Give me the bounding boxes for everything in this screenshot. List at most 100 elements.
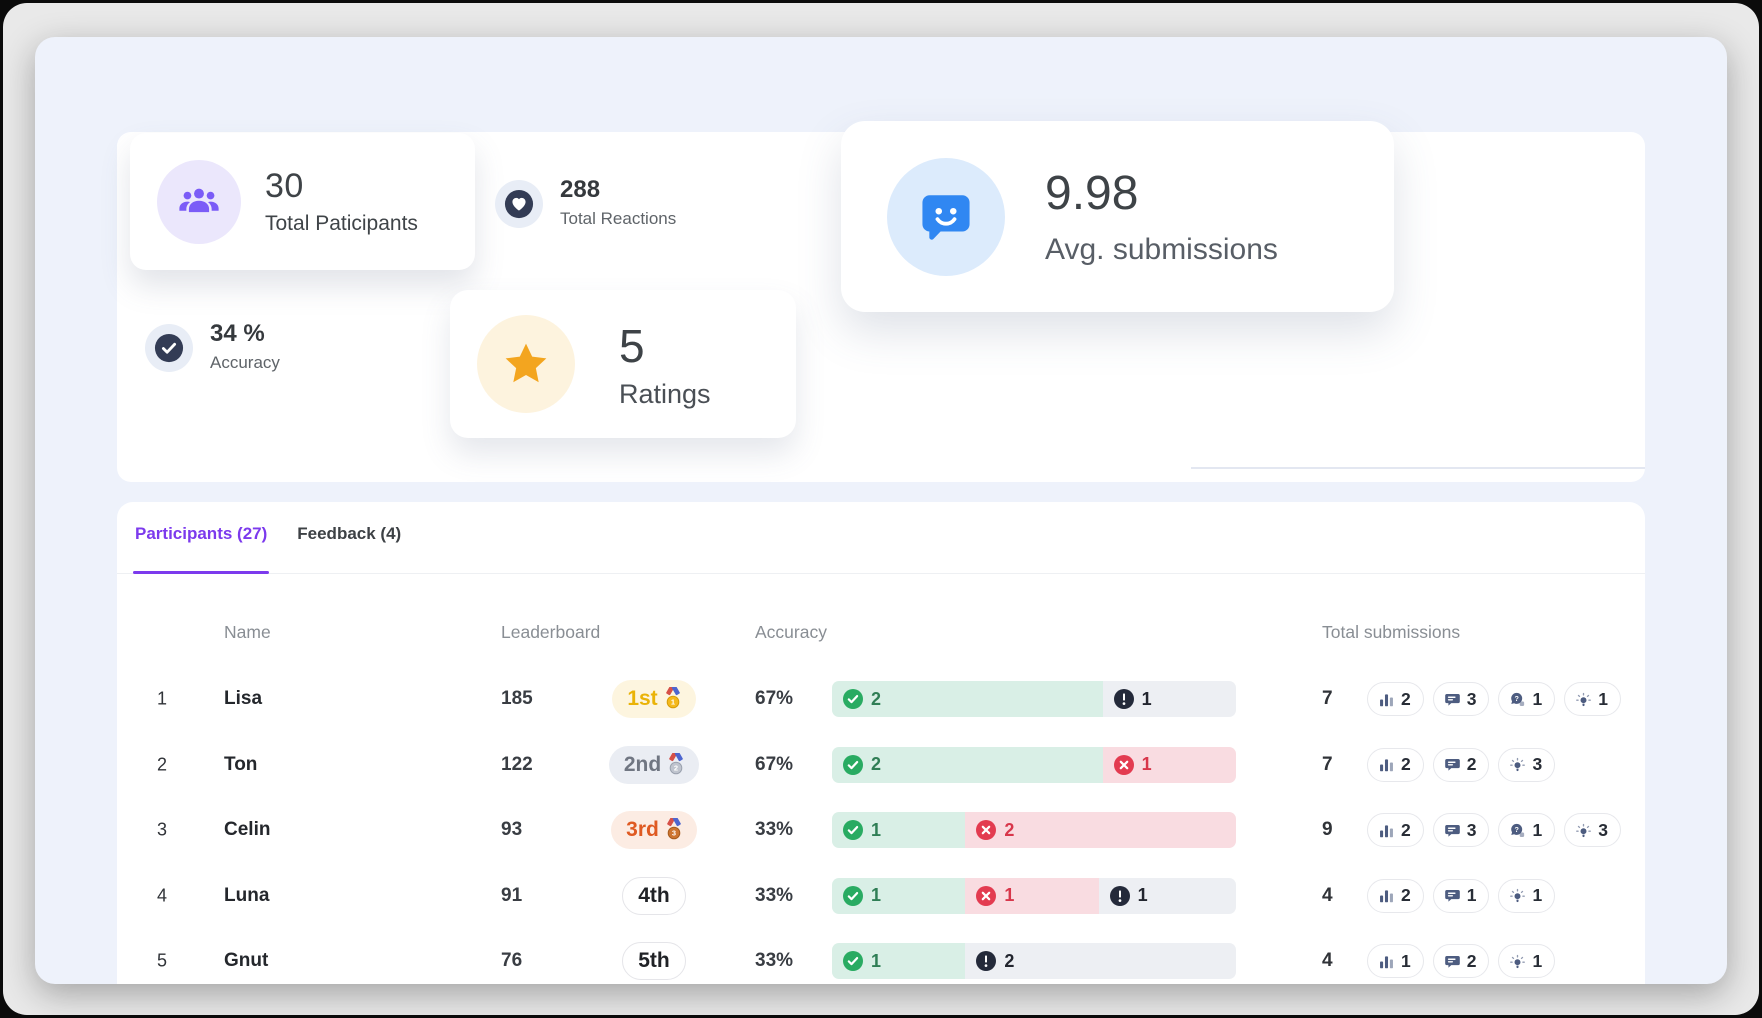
badge-count: 1	[1532, 820, 1542, 841]
row-index: 4	[157, 885, 167, 906]
exclamation-circle-icon	[1110, 886, 1130, 906]
ratings-label: Ratings	[619, 379, 711, 410]
poll-icon	[1378, 887, 1395, 904]
submission-type-badges: 23?13	[1367, 813, 1621, 847]
badge-count: 3	[1598, 820, 1608, 841]
comment-icon	[1444, 887, 1461, 904]
gold-medal-icon: 1	[665, 687, 681, 709]
rank-cell: 4th	[579, 877, 729, 915]
leaderboard-score: 91	[501, 885, 522, 907]
poll-icon	[1378, 691, 1395, 708]
segment-count: 2	[1004, 951, 1014, 972]
poll-badge: 2	[1367, 813, 1424, 847]
badge-count: 2	[1401, 820, 1411, 841]
comment-icon	[1444, 691, 1461, 708]
poll-icon	[1378, 756, 1395, 773]
avg-submissions-value: 9.98	[1045, 166, 1278, 221]
stat-card-ratings: 5 Ratings	[450, 290, 796, 438]
svg-text:?: ?	[1515, 693, 1519, 702]
segment-count: 1	[871, 820, 881, 841]
check-circle-icon	[843, 820, 863, 840]
check-circle-icon	[843, 755, 863, 775]
submission-type-badges: 211	[1367, 879, 1555, 913]
badge-count: 2	[1401, 885, 1411, 906]
submission-type-badges: 2 2 3	[1367, 748, 1555, 782]
row-index: 2	[157, 754, 167, 775]
table-row-gnut[interactable]: 5Gnut765th33%124121	[117, 929, 1645, 984]
badge-count: 1	[1532, 689, 1542, 710]
brainstorm-icon	[1509, 953, 1526, 970]
stat-card-participants: 30 Total Paticipants	[130, 133, 475, 270]
accuracy-percent: 33%	[755, 885, 793, 907]
accuracy-segment-wrong: 1	[965, 878, 1098, 914]
participants-value: 30	[265, 167, 418, 206]
accuracy-segment-correct: 1	[832, 812, 965, 848]
comment-icon	[1444, 822, 1461, 839]
table-row-ton[interactable]: 2Ton1222nd267%217223	[117, 733, 1645, 797]
badge-count: 2	[1467, 754, 1477, 775]
segment-count: 1	[871, 885, 881, 906]
segment-count: 2	[1004, 820, 1014, 841]
qna-icon: ?	[1509, 822, 1526, 839]
segment-count: 2	[871, 754, 881, 775]
qna-badge: ?1	[1498, 813, 1555, 847]
table-row-celin[interactable]: 3Celin933rd333%12923?13	[117, 798, 1645, 862]
accuracy-segment-wrong: 1	[1103, 747, 1236, 783]
accuracy-segment-correct: 2	[832, 747, 1103, 783]
badge-count: 3	[1467, 820, 1477, 841]
accuracy-label: Accuracy	[210, 353, 280, 373]
accuracy-bar: 21	[832, 681, 1236, 717]
comment-badge: 1	[1433, 879, 1490, 913]
accuracy-value: 34 %	[210, 320, 280, 348]
badge-count: 2	[1401, 689, 1411, 710]
accuracy-segment-pending: 2	[965, 943, 1236, 979]
segment-count: 1	[1138, 885, 1148, 906]
svg-text:?: ?	[1515, 824, 1519, 833]
reactions-value: 288	[560, 176, 676, 204]
comment-badge: 2	[1433, 944, 1490, 978]
accuracy-bar: 12	[832, 812, 1236, 848]
accuracy-segment-correct: 1	[832, 878, 965, 914]
accuracy-segment-correct: 1	[832, 943, 965, 979]
svg-text:3: 3	[672, 829, 676, 838]
badge-count: 2	[1467, 951, 1477, 972]
participant-name: Ton	[224, 754, 257, 776]
accuracy-percent: 67%	[755, 754, 793, 776]
rank-cell: 3rd 3	[579, 811, 729, 849]
svg-text:1: 1	[671, 698, 675, 707]
rank-badge: 3rd 3	[611, 811, 697, 849]
rank-label: 5th	[638, 949, 670, 973]
comment-icon	[1444, 756, 1461, 773]
stat-reactions: 288 Total Reactions	[495, 176, 676, 229]
accuracy-segment-pending: 1	[1103, 681, 1236, 717]
accuracy-percent: 33%	[755, 950, 793, 972]
table-row-luna[interactable]: 4Luna914th33%1114211	[117, 864, 1645, 928]
rank-label: 3rd	[626, 818, 659, 842]
star-icon	[477, 315, 575, 413]
poll-badge: 2	[1367, 748, 1424, 782]
brainstorm-badge: 3	[1564, 813, 1621, 847]
row-index: 1	[157, 689, 167, 710]
accuracy-segment-wrong: 2	[965, 812, 1236, 848]
avg-submissions-label: Avg. submissions	[1045, 233, 1278, 267]
table-row-lisa[interactable]: 1Lisa1851st167%21723?11	[117, 667, 1645, 731]
segment-count: 1	[871, 951, 881, 972]
badge-count: 1	[1598, 689, 1608, 710]
brainstorm-icon	[1509, 756, 1526, 773]
segment-count: 2	[871, 689, 881, 710]
accuracy-bar: 12	[832, 943, 1236, 979]
row-index: 3	[157, 820, 167, 841]
submission-type-badges: 23?11	[1367, 682, 1621, 716]
exclamation-circle-icon	[976, 951, 996, 971]
brainstorm-icon	[1509, 887, 1526, 904]
check-circle-icon	[843, 951, 863, 971]
rank-label: 4th	[638, 884, 670, 908]
leaderboard-score: 122	[501, 754, 533, 776]
poll-icon	[1378, 822, 1395, 839]
accuracy-segment-correct: 2	[832, 681, 1103, 717]
submission-type-badges: 121	[1367, 944, 1555, 978]
badge-count: 1	[1532, 951, 1542, 972]
participants-table-panel: Participants (27) Feedback (4) Name Lead…	[117, 502, 1645, 984]
badge-count: 3	[1532, 754, 1542, 775]
accuracy-segment-pending: 1	[1099, 878, 1236, 914]
